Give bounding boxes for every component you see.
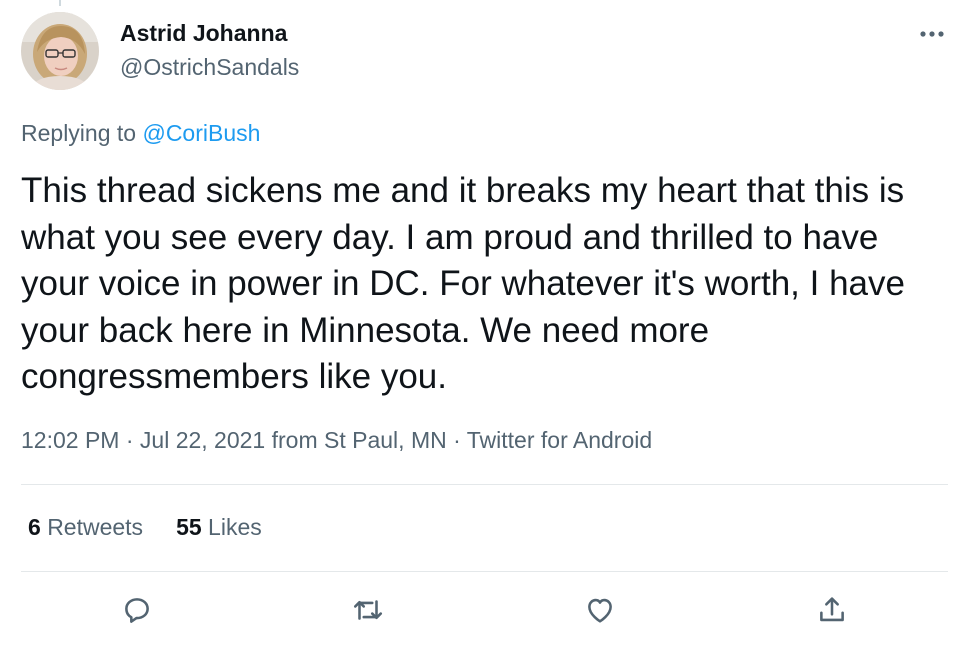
likes-stat[interactable]: 55 Likes	[176, 514, 262, 541]
avatar[interactable]	[21, 12, 99, 90]
likes-count: 55	[176, 514, 202, 540]
meta-separator: ·	[125, 427, 134, 453]
reply-mention-link[interactable]: @CoriBush	[142, 120, 260, 146]
thread-connector-line	[59, 0, 61, 6]
divider	[21, 484, 948, 485]
tweet-location: from St Paul, MN	[271, 427, 447, 453]
tweet-stats: 6 Retweets 55 Likes	[28, 514, 262, 541]
retweets-count: 6	[28, 514, 41, 540]
tweet-meta: 12:02 PM · Jul 22, 2021 from St Paul, MN…	[21, 427, 652, 454]
divider	[21, 571, 948, 572]
tweet-date: Jul 22, 2021	[139, 427, 266, 453]
tweet-time-link[interactable]: 12:02 PM · Jul 22, 2021	[21, 427, 265, 453]
author-display-name[interactable]: Astrid Johanna	[120, 20, 287, 47]
more-options-button[interactable]	[912, 20, 952, 48]
retweets-label: Retweets	[47, 514, 144, 540]
tweet-text: This thread sickens me and it breaks my …	[21, 171, 905, 396]
share-button[interactable]	[810, 588, 854, 632]
like-icon	[588, 598, 612, 623]
tweet-actions	[0, 588, 980, 632]
share-icon	[820, 597, 844, 622]
profile-photo-icon	[21, 12, 99, 90]
replying-to-label: Replying to	[21, 120, 137, 146]
retweet-icon	[353, 600, 383, 620]
like-button[interactable]	[578, 588, 622, 632]
reply-icon	[125, 598, 149, 623]
tweet-source-link[interactable]: Twitter for Android	[467, 427, 652, 453]
author-handle[interactable]: @OstrichSandals	[120, 54, 299, 81]
retweets-stat[interactable]: 6 Retweets	[28, 514, 143, 541]
retweet-button[interactable]	[346, 588, 390, 632]
meta-separator: ·	[453, 427, 461, 453]
replying-to: Replying to @CoriBush	[21, 120, 260, 147]
likes-label: Likes	[208, 514, 262, 540]
tweet-time: 12:02 PM	[21, 427, 120, 453]
reply-button[interactable]	[115, 588, 159, 632]
more-icon	[920, 31, 944, 37]
